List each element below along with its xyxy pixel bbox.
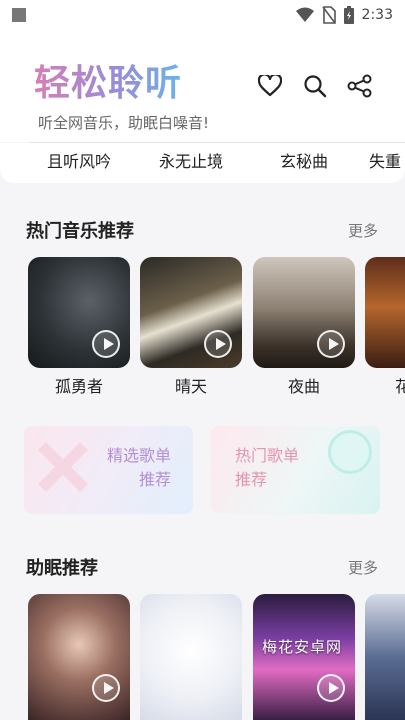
share-icon[interactable] [346, 72, 374, 100]
sleep-card-cover[interactable] [28, 594, 130, 720]
sleep-title: 助眠推荐 [26, 558, 98, 579]
favorite-icon[interactable] [256, 72, 284, 100]
song-card-cover[interactable] [365, 257, 405, 368]
circle-decoration-icon [328, 430, 372, 474]
app-title: 轻松聆听 [34, 54, 182, 106]
tag-item[interactable]: 且听风吟 [47, 148, 111, 172]
song-title: 夜曲 [287, 377, 320, 396]
play-icon[interactable] [317, 330, 345, 358]
play-icon[interactable] [204, 330, 232, 358]
search-icon[interactable] [301, 72, 329, 100]
wifi-icon [295, 7, 314, 23]
sleep-card-cover[interactable] [253, 594, 355, 720]
tag-row: 且听风吟 永无止境 玄秘曲 失重 [0, 143, 405, 183]
sleep-card-cover[interactable] [140, 594, 242, 720]
battery-icon [343, 6, 354, 24]
sleep-more-link[interactable]: 更多 [348, 557, 378, 578]
hot-playlist-tile[interactable]: 热门歌单 推荐 [211, 426, 380, 514]
song-title: 孤勇者 [54, 377, 103, 396]
playlist-title: 热门歌单 [235, 446, 300, 465]
song-card-cover[interactable] [140, 257, 242, 368]
song-title: 晴天 [174, 377, 207, 396]
hot-music-more-link[interactable]: 更多 [348, 220, 378, 241]
sleep-card-cover[interactable] [365, 594, 405, 720]
cross-decoration-icon [38, 442, 88, 492]
featured-playlist-tile[interactable]: 精选歌单 推荐 [24, 426, 193, 514]
app-subtitle: 听全网音乐，助眠白噪音! [38, 114, 210, 132]
playlist-subtitle: 推荐 [138, 470, 171, 489]
no-sim-icon [321, 6, 336, 24]
notification-icon [12, 8, 26, 22]
play-icon[interactable] [92, 674, 120, 702]
playlist-subtitle: 推荐 [235, 470, 268, 489]
status-bar: 2:33 [0, 0, 405, 32]
tag-item[interactable]: 失重 [369, 148, 401, 172]
song-card-cover[interactable] [253, 257, 355, 368]
hot-music-title: 热门音乐推荐 [26, 221, 134, 242]
song-title: 花 [395, 377, 405, 396]
tag-item[interactable]: 永无止境 [159, 148, 223, 172]
app-header: 轻松聆听 听全网音乐，助眠白噪音! [0, 32, 405, 142]
playlist-title: 精选歌单 [106, 446, 171, 465]
song-card-cover[interactable] [28, 257, 130, 368]
watermark: 梅花安卓网 [262, 638, 343, 656]
clock: 2:33 [361, 7, 393, 23]
tag-item[interactable]: 玄秘曲 [280, 148, 328, 172]
play-icon[interactable] [92, 330, 120, 358]
play-icon[interactable] [317, 674, 345, 702]
